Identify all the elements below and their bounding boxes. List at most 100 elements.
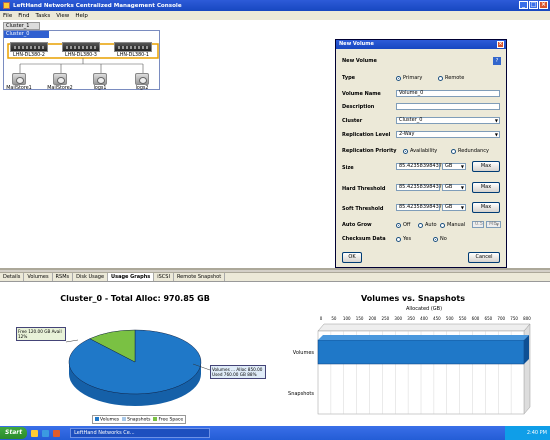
volume-label: MailStore2 — [47, 86, 73, 91]
maximize-button[interactable]: □ — [529, 1, 538, 9]
menu-bar: File Find Tasks View Help — [0, 11, 550, 20]
menu-tasks[interactable]: Tasks — [36, 13, 51, 19]
radio-label: Auto — [425, 222, 437, 228]
radio-label: Availability — [410, 148, 438, 154]
disk-icon — [53, 73, 67, 85]
taskbar-item-console[interactable]: LeftHand Networks Ce... — [70, 428, 211, 438]
auto-grow-amount-input[interactable]: 0.5 — [472, 221, 484, 228]
radio-label: Off — [403, 222, 411, 228]
radio-icon — [418, 222, 423, 228]
auto-grow-unit-select[interactable]: MB — [486, 221, 501, 228]
volume-node[interactable]: logs2 — [127, 73, 157, 91]
volume-name-input[interactable]: Volume_0 — [396, 90, 500, 97]
storage-node[interactable]: LHN-DL380-2 — [10, 42, 48, 58]
bar-tick-label: 100 — [343, 316, 351, 321]
details-panel: Details Volumes RSMs Disk Usage Usage Gr… — [0, 272, 550, 426]
checksum-label: Checksum Data — [342, 236, 386, 242]
minimize-button[interactable]: _ — [519, 1, 528, 9]
tab-usage-graphs[interactable]: Usage Graphs — [108, 273, 155, 281]
menu-find[interactable]: Find — [18, 13, 29, 19]
close-button[interactable]: × — [539, 1, 548, 9]
node-label: LHN-DL380-3 — [65, 53, 97, 58]
volume-name-label: Volume Name — [342, 91, 381, 97]
type-remote-radio[interactable]: Remote — [438, 75, 464, 81]
legend-swatch — [153, 416, 158, 421]
tab-iscsi[interactable]: iSCSI — [154, 273, 174, 281]
volume-node[interactable]: logs1 — [85, 73, 115, 91]
bar-tick-label: 350 — [407, 316, 415, 321]
radio-icon — [438, 75, 443, 81]
replication-priority-label: Replication Priority — [342, 148, 397, 154]
radio-label: Redundancy — [458, 148, 489, 154]
priority-availability-radio[interactable]: Availability — [403, 148, 437, 154]
volume-node[interactable]: MailStore1 — [4, 73, 34, 91]
size-max-button[interactable]: Max — [472, 161, 500, 172]
bar-volumes-top — [318, 335, 529, 340]
dialog-title: New Volume — [339, 41, 374, 47]
soft-threshold-input[interactable]: 85.423583984375 — [396, 204, 445, 211]
checksum-no-radio[interactable]: No — [433, 236, 447, 242]
storage-node[interactable]: LHN-DL380-3 — [62, 42, 100, 58]
volume-node[interactable]: MailStore2 — [45, 73, 75, 91]
legend-item: Snapshots — [122, 416, 151, 422]
help-icon[interactable]: ? — [493, 57, 501, 65]
legend-label: Snapshots — [127, 417, 151, 422]
tab-remote-snapshot[interactable]: Remote Snapshot — [174, 273, 226, 281]
dialog-titlebar[interactable]: New Volume × — [336, 40, 506, 49]
cancel-button[interactable]: Cancel — [468, 252, 500, 263]
bar-tick-label: 800 — [523, 316, 531, 321]
tab-details[interactable]: Details — [0, 273, 25, 281]
window-titlebar[interactable]: LeftHand Networks Centralized Management… — [0, 0, 550, 11]
hard-threshold-unit-select[interactable]: GB — [442, 184, 466, 191]
bar-tick-label: 450 — [433, 316, 441, 321]
hard-threshold-max-button[interactable]: Max — [472, 182, 500, 193]
ok-button[interactable]: OK — [342, 252, 362, 263]
auto-grow-manual-radio[interactable]: Manual — [440, 222, 465, 228]
type-primary-radio[interactable]: Primary — [396, 75, 422, 81]
menu-help[interactable]: Help — [75, 13, 88, 19]
size-unit-select[interactable]: GB — [442, 163, 466, 170]
menu-file[interactable]: File — [3, 13, 12, 19]
pie-legend: Volumes Snapshots Free Space — [92, 414, 187, 424]
replication-level-select[interactable]: 2-Way — [396, 131, 500, 138]
legend-swatch — [122, 416, 127, 421]
checksum-yes-radio[interactable]: Yes — [396, 236, 411, 242]
auto-grow-off-radio[interactable]: Off — [396, 222, 410, 228]
browser-icon[interactable] — [42, 429, 50, 437]
size-label: Size — [342, 165, 354, 171]
bar-volumes-side — [524, 335, 529, 364]
tab-rsms[interactable]: RSMs — [53, 273, 74, 281]
bar-tick-label: 650 — [485, 316, 493, 321]
hard-threshold-input[interactable]: 85.423583984375 — [396, 184, 445, 191]
size-input[interactable]: 85.423583984375 — [396, 163, 445, 170]
tab-disk-usage[interactable]: Disk Usage — [73, 273, 109, 281]
app-icon[interactable] — [53, 429, 61, 437]
new-volume-dialog: New Volume × New Volume ? Type Primary R… — [335, 39, 507, 268]
disk-icon — [12, 73, 26, 85]
auto-grow-auto-radio[interactable]: Auto — [418, 222, 437, 228]
description-input[interactable] — [396, 103, 500, 110]
topology-tab[interactable]: Cluster_1 — [3, 22, 40, 30]
storage-node[interactable]: LHN-DL380-1 — [114, 42, 152, 58]
bar-tick-label: 50 — [331, 316, 337, 321]
priority-redundancy-radio[interactable]: Redundancy — [451, 148, 489, 154]
soft-threshold-max-button[interactable]: Max — [472, 202, 500, 213]
callout-text: 12% — [18, 334, 28, 339]
volumes-callout: Volumes ... Alloc 850.00 Used 760.00 GB … — [210, 365, 266, 379]
radio-label: Manual — [447, 222, 466, 228]
volume-label: logs1 — [93, 86, 107, 91]
bar-chart-panel: Volumes vs. Snapshots Allocated (GB) 0 50… — [278, 282, 548, 427]
bar-tick-label: 550 — [459, 316, 467, 321]
bar-tick-label: 750 — [510, 316, 518, 321]
legend-label: Volumes — [100, 417, 120, 422]
tab-volumes[interactable]: Volumes — [24, 273, 53, 281]
volume-label: logs2 — [135, 86, 149, 91]
dialog-close-button[interactable]: × — [497, 41, 504, 48]
cluster-select[interactable]: Cluster_0 — [396, 117, 500, 124]
start-button[interactable]: Start — [0, 427, 28, 439]
soft-threshold-unit-select[interactable]: GB — [442, 204, 466, 211]
server-icon — [10, 42, 48, 52]
folder-icon[interactable] — [31, 429, 39, 437]
menu-view[interactable]: View — [56, 13, 69, 19]
bar-back-top — [317, 323, 531, 332]
